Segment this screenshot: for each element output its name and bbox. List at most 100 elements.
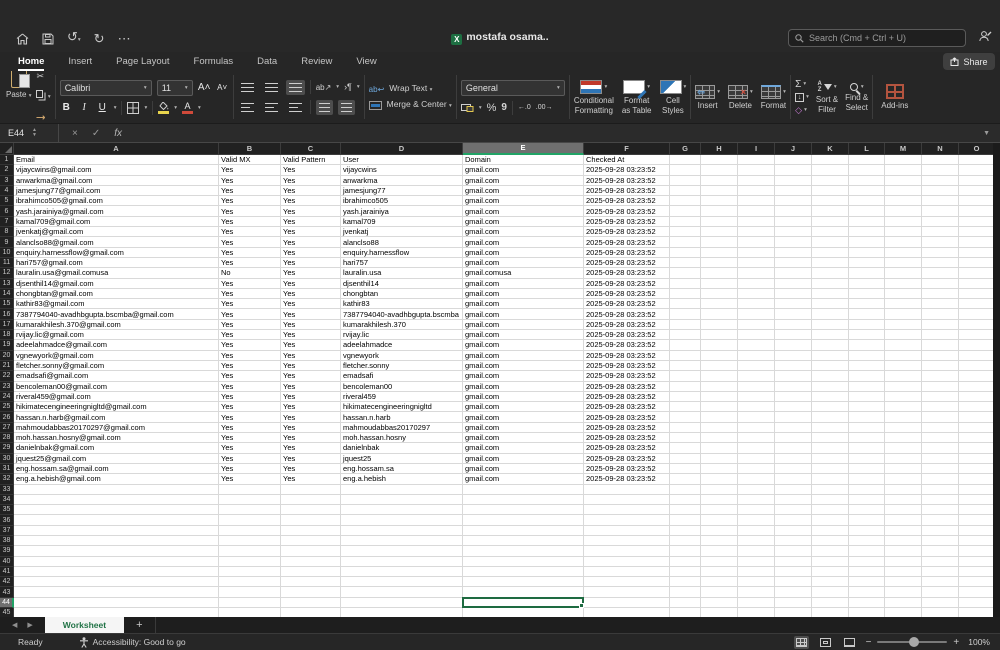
cell-A2[interactable]: vijaycwins@gmail.com — [14, 165, 219, 176]
cell-K38[interactable] — [812, 535, 849, 547]
cell-A37[interactable] — [14, 525, 219, 536]
cell-F24[interactable]: 2025-09-28 03:23:52 — [584, 391, 670, 403]
cell-J38[interactable] — [775, 535, 812, 547]
cell-G24[interactable] — [670, 391, 701, 403]
font-color-button[interactable]: A — [181, 101, 193, 114]
clear-button[interactable]: ◇ ▾ — [795, 105, 809, 116]
cell-D4[interactable]: jamesjung77 — [341, 185, 463, 197]
cell-A45[interactable] — [14, 608, 219, 617]
cell-G33[interactable] — [670, 484, 701, 495]
cell-F10[interactable]: 2025-09-28 03:23:52 — [584, 247, 670, 258]
conditional-formatting-button[interactable]: ▾ Conditional Formatting — [574, 79, 614, 115]
cell-A44[interactable] — [14, 597, 219, 609]
zoom-in-icon[interactable]: + — [953, 637, 959, 648]
align-left-button[interactable] — [238, 100, 257, 115]
cell-N32[interactable] — [922, 474, 959, 485]
cell-B35[interactable] — [219, 505, 281, 516]
row-header-38[interactable]: 38 — [0, 535, 14, 547]
cell-G28[interactable] — [670, 433, 701, 444]
cell-O30[interactable] — [959, 453, 995, 464]
cell-I36[interactable] — [738, 515, 775, 526]
row-header-8[interactable]: 8 — [0, 227, 14, 238]
cell-N5[interactable] — [922, 196, 959, 207]
cell-K4[interactable] — [812, 185, 849, 197]
cell-H7[interactable] — [701, 216, 738, 228]
increase-decimal-button[interactable]: ←.0 — [518, 104, 531, 111]
share-button[interactable]: Share — [943, 53, 995, 70]
decrease-indent-button[interactable] — [315, 99, 333, 115]
cell-M41[interactable] — [885, 566, 922, 578]
cell-A23[interactable]: bencoleman00@gmail.com — [14, 381, 219, 392]
paste-button[interactable]: Paste ▾ — [6, 71, 31, 101]
cell-N27[interactable] — [922, 422, 959, 434]
cell-D24[interactable]: riveral459 — [341, 391, 463, 403]
cell-A28[interactable]: moh.hassan.hosny@gmail.com — [14, 433, 219, 444]
cell-M8[interactable] — [885, 227, 922, 238]
cell-J36[interactable] — [775, 515, 812, 526]
merge-center-button[interactable]: Merge & Center ▾ — [368, 99, 452, 111]
font-size-select[interactable]: 11 ▾ — [156, 79, 193, 96]
cell-C27[interactable]: Yes — [281, 422, 341, 434]
row-header-4[interactable]: 4 — [0, 185, 14, 197]
cell-N26[interactable] — [922, 412, 959, 423]
percent-style-button[interactable]: % — [487, 102, 497, 114]
cell-D43[interactable] — [341, 587, 463, 598]
cell-G43[interactable] — [670, 587, 701, 598]
cell-K34[interactable] — [812, 494, 849, 506]
cell-L10[interactable] — [849, 247, 885, 258]
cell-H31[interactable] — [701, 463, 738, 475]
cell-O42[interactable] — [959, 577, 995, 588]
cell-B42[interactable] — [219, 577, 281, 588]
cell-H27[interactable] — [701, 422, 738, 434]
cell-N39[interactable] — [922, 546, 959, 557]
cell-G21[interactable] — [670, 360, 701, 372]
formula-input[interactable] — [129, 124, 983, 142]
page-layout-view-button[interactable] — [818, 636, 833, 649]
cell-F7[interactable]: 2025-09-28 03:23:52 — [584, 216, 670, 228]
cell-B36[interactable] — [219, 515, 281, 526]
cell-L39[interactable] — [849, 546, 885, 557]
tab-formulas[interactable]: Formulas — [194, 56, 234, 71]
cell-G20[interactable] — [670, 350, 701, 361]
column-header-F[interactable]: F — [584, 143, 670, 155]
row-header-16[interactable]: 16 — [0, 309, 14, 320]
cell-L34[interactable] — [849, 494, 885, 506]
cell-G39[interactable] — [670, 546, 701, 557]
cell-N22[interactable] — [922, 371, 959, 382]
cell-K17[interactable] — [812, 319, 849, 331]
cell-B34[interactable] — [219, 494, 281, 506]
vertical-scrollbar[interactable] — [993, 143, 1000, 617]
cell-F33[interactable] — [584, 484, 670, 495]
cell-M2[interactable] — [885, 165, 922, 176]
column-header-E[interactable]: E — [463, 143, 584, 155]
row-header-31[interactable]: 31 — [0, 463, 14, 475]
delete-cells-button[interactable]: × ▾ Delete — [728, 84, 753, 110]
cell-B22[interactable]: Yes — [219, 371, 281, 382]
cell-O2[interactable] — [959, 165, 995, 176]
cell-J24[interactable] — [775, 391, 812, 403]
cell-H6[interactable] — [701, 206, 738, 217]
cell-D1[interactable]: User — [341, 155, 463, 166]
cell-H13[interactable] — [701, 278, 738, 289]
cell-G27[interactable] — [670, 422, 701, 434]
cell-E10[interactable]: gmail.com — [463, 247, 584, 258]
cell-J8[interactable] — [775, 227, 812, 238]
cell-C23[interactable]: Yes — [281, 381, 341, 392]
cell-O40[interactable] — [959, 556, 995, 567]
cell-B3[interactable]: Yes — [219, 175, 281, 186]
cell-K42[interactable] — [812, 577, 849, 588]
cell-D19[interactable]: adeelahmadce — [341, 340, 463, 351]
row-header-34[interactable]: 34 — [0, 494, 14, 506]
number-format-select[interactable]: General ▾ — [460, 79, 565, 96]
cell-E3[interactable]: gmail.com — [463, 175, 584, 186]
cell-G13[interactable] — [670, 278, 701, 289]
row-header-36[interactable]: 36 — [0, 515, 14, 526]
row-header-10[interactable]: 10 — [0, 247, 14, 258]
column-header-A[interactable]: A — [14, 143, 219, 155]
cell-B20[interactable]: Yes — [219, 350, 281, 361]
increase-indent-button[interactable] — [337, 99, 355, 115]
addins-button[interactable]: Add-ins — [881, 84, 908, 110]
row-header-45[interactable]: 45 — [0, 608, 14, 617]
cell-N41[interactable] — [922, 566, 959, 578]
cell-E25[interactable]: gmail.com — [463, 402, 584, 413]
